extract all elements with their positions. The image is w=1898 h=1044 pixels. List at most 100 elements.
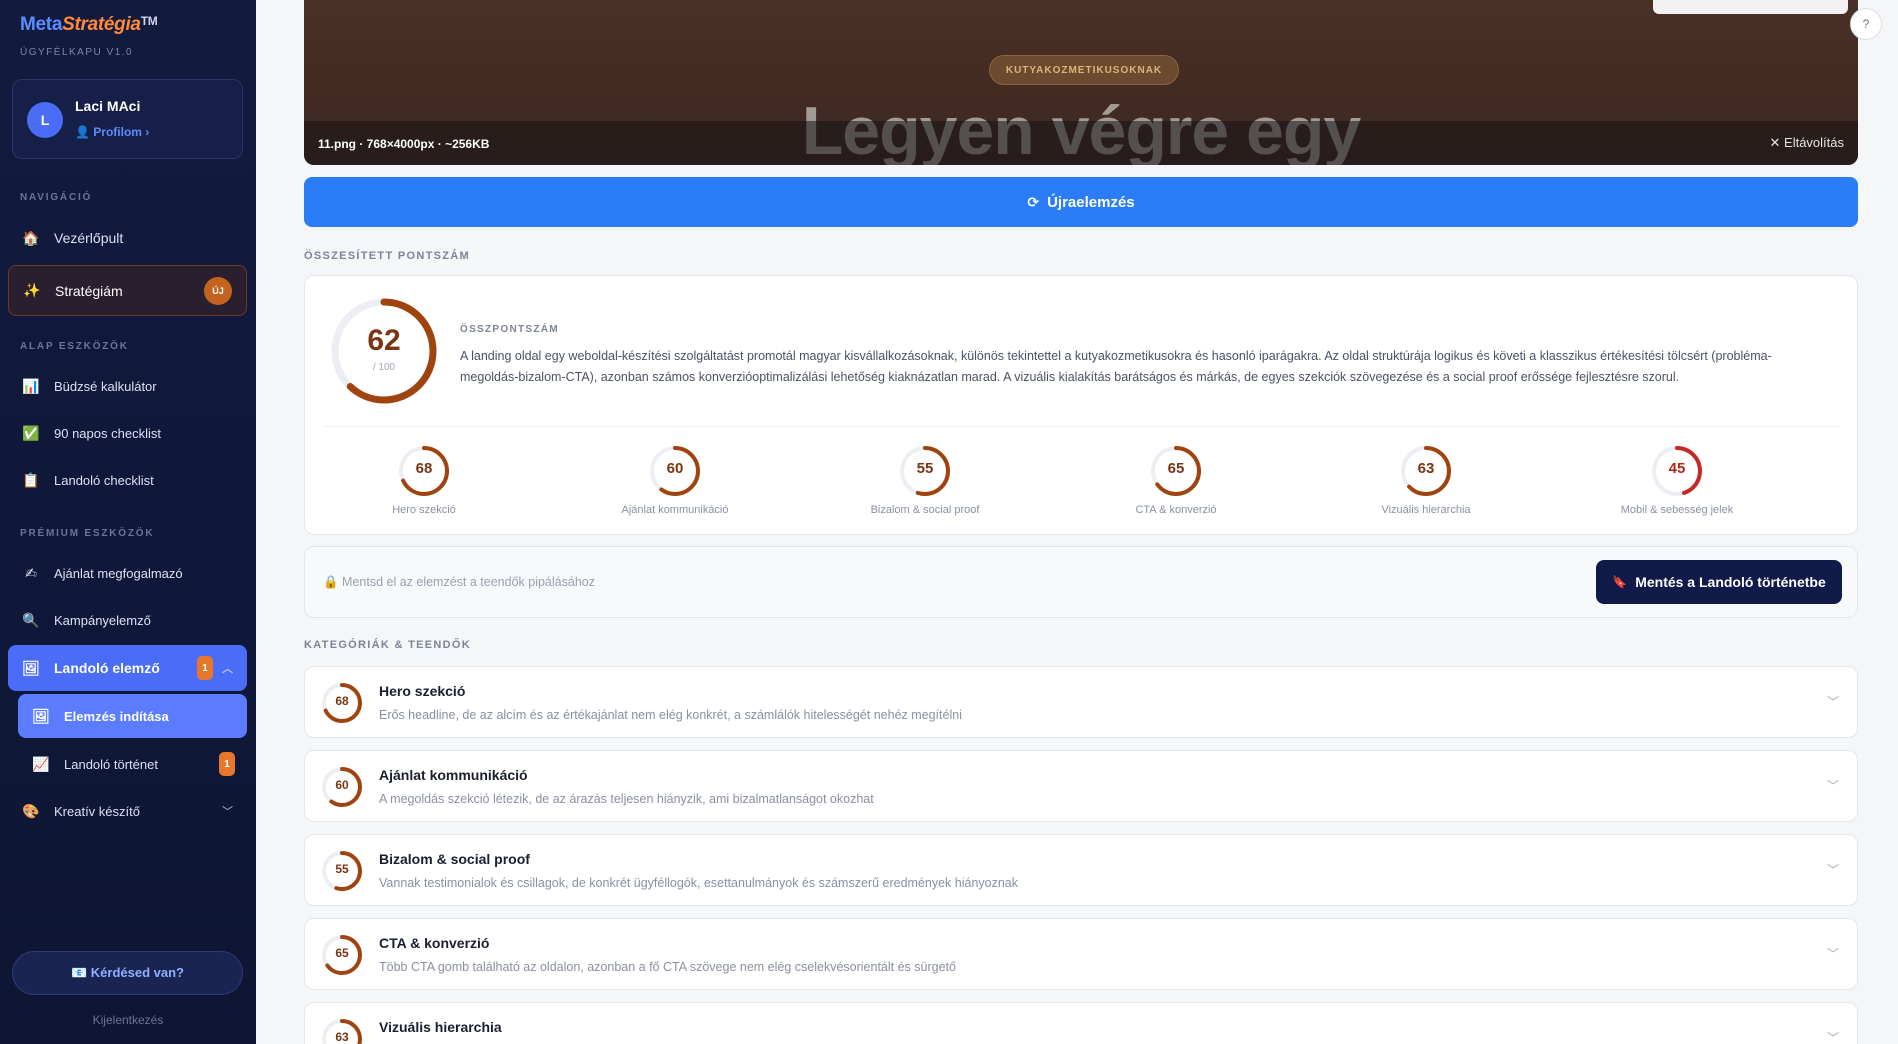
- sidebar-item-offer[interactable]: ✍ Ajánlat megfogalmazó: [8, 551, 247, 595]
- trend-chart-icon: 📈: [32, 755, 50, 772]
- basic-section-label: ALAP ESZKÖZÖK: [20, 341, 129, 352]
- home-icon: 🏠: [22, 229, 40, 246]
- subscore-label: Vizuális hierarchia: [1381, 504, 1471, 516]
- category-card[interactable]: 55 Bizalom & social proof Vannak testimoni…: [304, 834, 1858, 906]
- overall-score-value: 62: [367, 324, 401, 357]
- category-score: 55: [335, 862, 349, 876]
- sidebar-item-label: Büdzsé kalkulátor: [54, 378, 157, 394]
- subscore-label: Hero szekció: [392, 504, 456, 516]
- subscore-label: Mobil & sebesség jelek: [1620, 504, 1734, 516]
- count-badge: 1: [197, 656, 213, 680]
- category-description: Erős headline, de az alcím és az értékaj…: [379, 708, 962, 722]
- overall-score-label: ÖSSZPONTSZÁM: [460, 324, 559, 335]
- new-badge: ÚJ: [204, 276, 232, 305]
- subscore-value: 60: [666, 460, 684, 477]
- sidebar-item-checklist90[interactable]: ✅ 90 napos checklist: [8, 411, 247, 455]
- sidebar-item-campaign[interactable]: 🔍 Kampányelemző: [8, 598, 247, 642]
- reanalyze-label: Újraelemzés: [1047, 193, 1135, 211]
- category-description: Több CTA gomb található az oldalon, azon…: [379, 960, 956, 974]
- brand-part2: Stratégia: [62, 14, 141, 35]
- chevron-down-icon[interactable]: ﹀: [1827, 693, 1839, 710]
- sidebar-item-start-analysis[interactable]: 🖼 Elemzés indítása: [18, 694, 247, 738]
- nav-section-label: NAVIGÁCIÓ: [20, 192, 93, 203]
- save-to-history-button[interactable]: 🔖 Mentés a Landoló történetbe: [1596, 560, 1842, 604]
- help-icon[interactable]: ?: [1850, 8, 1882, 40]
- sidebar-item-label: Stratégiám: [55, 282, 123, 299]
- logout-link[interactable]: Kijelentkezés: [0, 1013, 256, 1027]
- brand-logo[interactable]: MetaStratégiaTM: [20, 14, 158, 36]
- palette-icon: 🎨: [22, 802, 40, 819]
- category-card[interactable]: 68 Hero szekció Erős headline, de az alcím…: [304, 666, 1858, 738]
- refresh-icon: ⟳: [1027, 193, 1040, 210]
- magnifier-icon: 🔍: [22, 611, 40, 628]
- count-badge: 1: [219, 752, 235, 776]
- category-score: 63: [335, 1030, 349, 1044]
- category-card[interactable]: 60 Ajánlat kommunikáció A megoldás szekció…: [304, 750, 1858, 822]
- chevron-down-icon[interactable]: ﹀: [1827, 1029, 1839, 1044]
- categories-section-title: KATEGÓRIÁK & TEENDŐK: [304, 639, 471, 651]
- category-title: CTA & konverzió: [379, 935, 490, 951]
- category-title: Bizalom & social proof: [379, 851, 530, 867]
- chevron-down-icon: ﹀: [222, 806, 233, 818]
- remove-button[interactable]: ✕ Eltávolítás: [1770, 135, 1844, 151]
- writing-hand-icon: ✍: [25, 564, 37, 581]
- picture-icon: 🖼: [22, 659, 40, 676]
- overall-section-title: ÖSSZESÍTETT PONTSZÁM: [304, 250, 470, 262]
- sidebar-item-creative[interactable]: 🎨 Kreatív készítő ﹀: [8, 789, 247, 833]
- chevron-up-icon: ︿: [222, 663, 233, 675]
- subscore-item: 68 Hero szekció: [329, 444, 519, 516]
- category-score: 60: [335, 778, 349, 792]
- category-description: Vannak testimonialok és csillagok, de ko…: [379, 876, 1018, 890]
- sidebar-item-budget[interactable]: 📊 Büdzsé kalkulátor: [8, 364, 247, 408]
- subscore-label: CTA & konverzió: [1135, 504, 1217, 516]
- bookmark-icon: 🔖: [1612, 575, 1628, 589]
- save-bar: 🔒 Mentsd el az elemzést a teendők pipálá…: [304, 546, 1858, 618]
- question-button[interactable]: 📧 Kérdésed van?: [12, 951, 243, 995]
- category-description: A megoldás szekció létezik, de az árazás…: [379, 792, 874, 806]
- file-info: 11.png · 768×4000px · ~256KB: [318, 137, 490, 151]
- sidebar-item-label: Kampányelemző: [54, 612, 151, 628]
- chevron-down-icon[interactable]: ﹀: [1827, 777, 1839, 794]
- category-card[interactable]: 63 Vizuális hierarchia ﹀: [304, 1002, 1858, 1044]
- subscore-item: 65 CTA & konverzió: [1081, 444, 1271, 516]
- sidebar-item-landing-checklist[interactable]: 📋 Landoló checklist: [8, 458, 247, 502]
- subscore-value: 45: [1668, 460, 1686, 477]
- sidebar-item-landing-analyzer[interactable]: 🖼 Landoló elemző 1 ︿: [8, 645, 247, 691]
- sidebar-item-label: 90 napos checklist: [54, 425, 161, 441]
- subscore-label: Bizalom & social proof: [870, 504, 980, 516]
- preview-top-button[interactable]: [1653, 0, 1848, 14]
- subscore-item: 63 Vizuális hierarchia: [1331, 444, 1521, 516]
- reanalyze-button[interactable]: ⟳ Újraelemzés: [304, 177, 1858, 227]
- category-score: 68: [335, 694, 349, 708]
- sidebar-item-strategy[interactable]: ✨ Stratégiám ÚJ: [8, 265, 247, 316]
- subscore-value: 55: [916, 460, 934, 477]
- sidebar-item-label: Landoló elemző: [54, 660, 160, 676]
- picture-icon: 🖼: [32, 707, 50, 724]
- chevron-down-icon[interactable]: ﹀: [1827, 945, 1839, 962]
- screenshot-preview: KUTYAKOZMETIKUSOKNAK Legyen végre egy 11…: [304, 0, 1858, 165]
- premium-section-label: PRÉMIUM ESZKÖZÖK: [20, 528, 155, 539]
- sparkles-icon: ✨: [23, 282, 41, 298]
- category-title: Hero szekció: [379, 683, 466, 699]
- sidebar-item-label: Ajánlat megfogalmazó: [54, 565, 183, 581]
- sidebar-item-dashboard[interactable]: 🏠 Vezérlőpult: [8, 216, 247, 260]
- brand-tm: TM: [140, 14, 158, 28]
- sidebar-item-label: Vezérlőpult: [54, 230, 124, 246]
- subscore-value: 63: [1417, 460, 1435, 477]
- category-card[interactable]: 65 CTA & konverzió Több CTA gomb található…: [304, 918, 1858, 990]
- brand-part1: Meta: [20, 14, 63, 35]
- sidebar-item-label: Landoló történet: [64, 756, 158, 772]
- subscore-item: 55 Bizalom & social proof: [830, 444, 1020, 516]
- category-title: Ajánlat kommunikáció: [379, 767, 528, 783]
- category-title: Vizuális hierarchia: [379, 1019, 502, 1035]
- profile-link[interactable]: 👤 Profilom ›: [75, 125, 149, 139]
- subscore-item: 60 Ajánlat kommunikáció: [580, 444, 770, 516]
- chevron-down-icon[interactable]: ﹀: [1827, 861, 1839, 878]
- clipboard-icon: 📋: [22, 471, 40, 488]
- avatar: L: [27, 102, 63, 138]
- sidebar-item-landing-history[interactable]: 📈 Landoló történet 1: [18, 742, 247, 786]
- subscore-value: 68: [415, 460, 433, 477]
- chart-icon: 📊: [22, 377, 40, 394]
- category-score: 65: [335, 946, 349, 960]
- save-button-label: Mentés a Landoló történetbe: [1635, 574, 1826, 590]
